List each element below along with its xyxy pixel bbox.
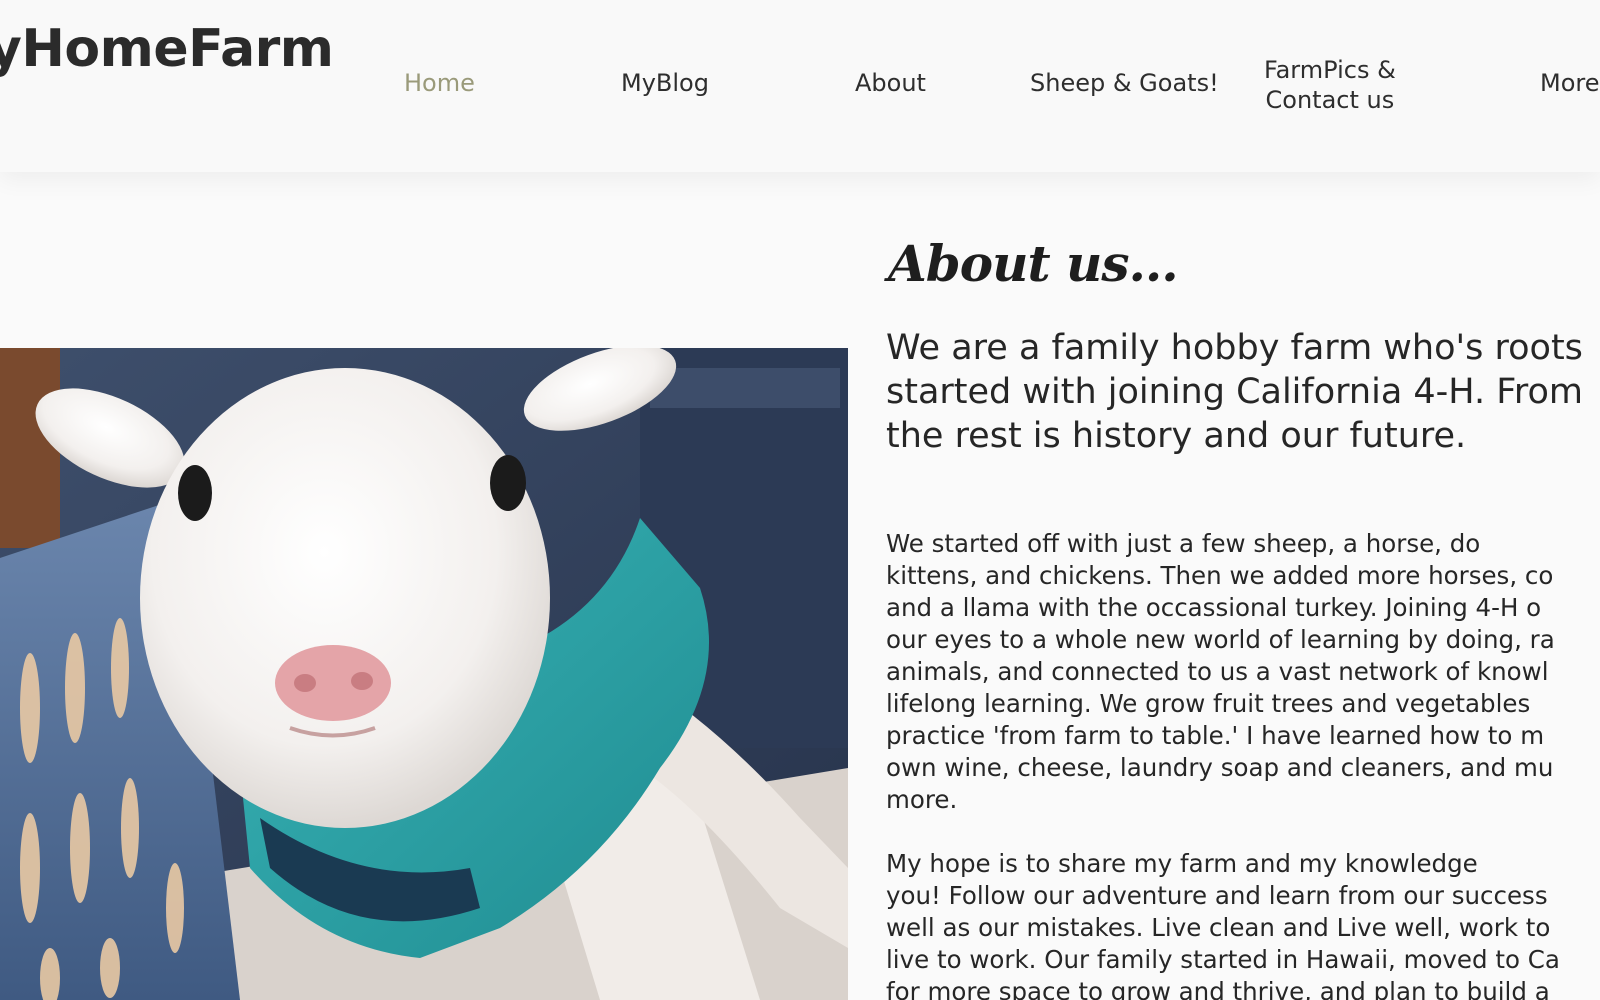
nav-myblog[interactable]: MyBlog bbox=[621, 68, 709, 98]
intro-text: We are a family hobby farm who's roots s… bbox=[886, 328, 1583, 456]
nav-home[interactable]: Home bbox=[404, 68, 475, 98]
nav-about[interactable]: About bbox=[855, 68, 926, 98]
nav-more[interactable]: More bbox=[1540, 68, 1600, 98]
main-nav: Home MyBlog About Sheep & Goats! FarmPic… bbox=[0, 0, 1600, 172]
nav-farmpics-line1: FarmPics & bbox=[1264, 56, 1396, 84]
lamb-in-sweater-illustration bbox=[0, 348, 848, 1000]
nav-farmpics-line2: Contact us bbox=[1265, 86, 1395, 114]
paragraph-hope: My hope is to share my farm and my knowl… bbox=[886, 849, 1560, 1000]
page: yHomeFarm Home MyBlog About Sheep & Goat… bbox=[0, 0, 1600, 1000]
about-heading: About us... bbox=[888, 234, 1179, 293]
nav-farmpics-contact[interactable]: FarmPics & Contact us bbox=[1264, 55, 1396, 115]
site-header: yHomeFarm Home MyBlog About Sheep & Goat… bbox=[0, 0, 1600, 172]
lamb-photo bbox=[0, 348, 848, 1000]
nav-sheep-goats[interactable]: Sheep & Goats! bbox=[1030, 68, 1219, 98]
paragraph-history: We started off with just a few sheep, a … bbox=[886, 529, 1555, 814]
